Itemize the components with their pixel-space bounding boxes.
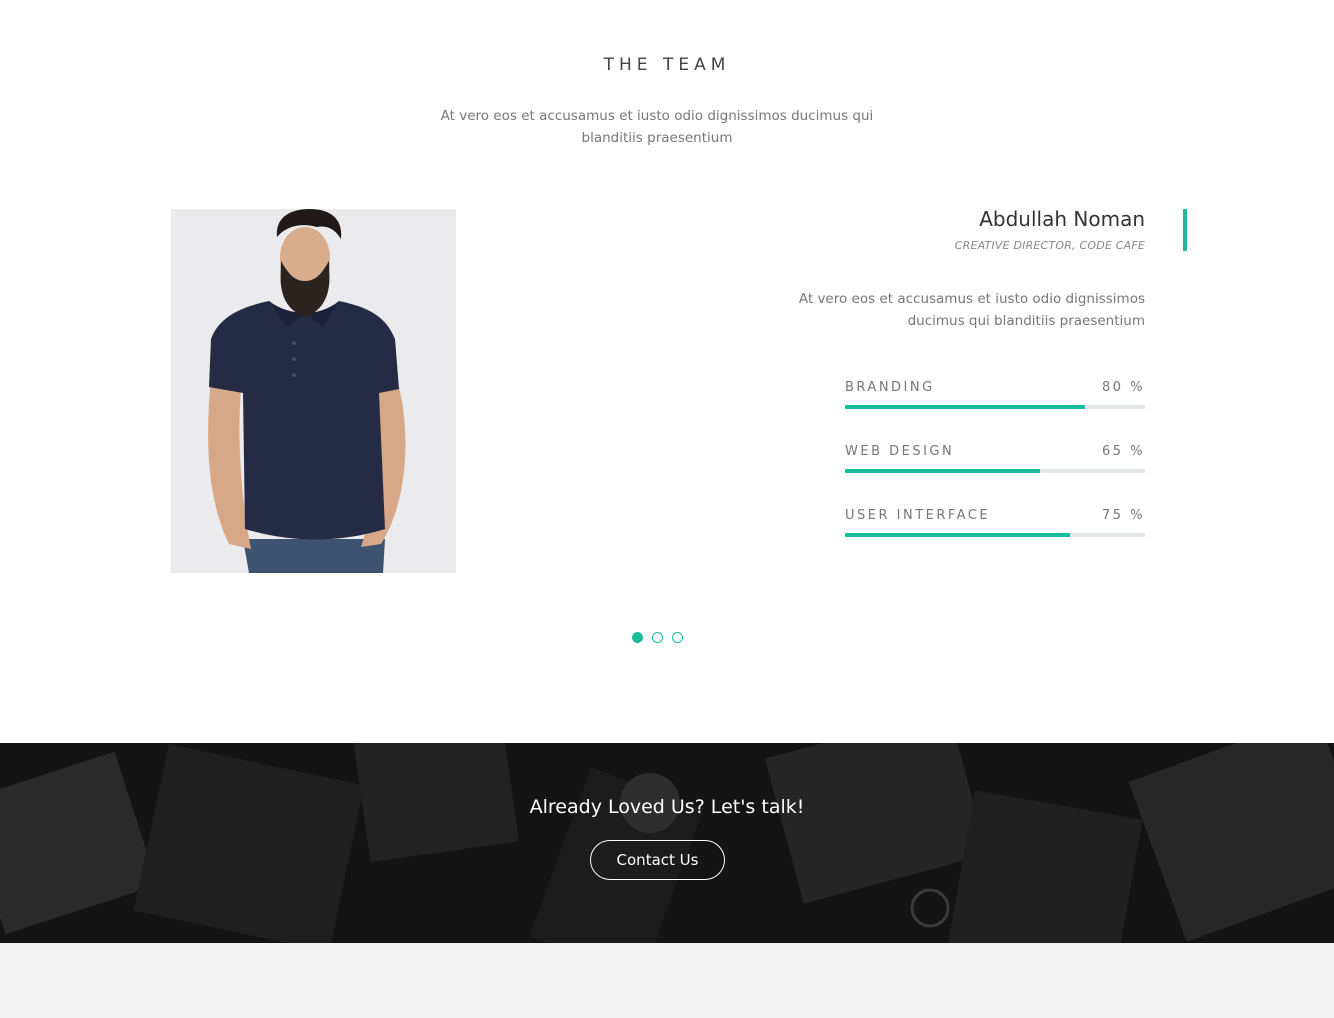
member-role: CREATIVE DIRECTOR, CODE CAFE <box>954 239 1145 252</box>
skill-progress-track <box>845 405 1145 409</box>
skill-progress-fill <box>845 533 1070 537</box>
skill-label: WEB DESIGN <box>845 444 955 459</box>
team-section: THE TEAM At vero eos et accusamus et ius… <box>0 0 1334 743</box>
skill-label: BRANDING <box>845 380 935 395</box>
skill-label: USER INTERFACE <box>845 508 991 523</box>
member-info: Abdullah Noman CREATIVE DIRECTOR, CODE C… <box>780 205 1145 332</box>
contact-us-button[interactable]: Contact Us <box>590 840 725 880</box>
carousel-dot-1[interactable] <box>632 632 643 643</box>
person-illustration <box>171 209 456 573</box>
carousel-pagination <box>632 632 683 644</box>
skill-progress-fill <box>845 405 1085 409</box>
skill-progress-track <box>845 533 1145 537</box>
section-title: THE TEAM <box>603 55 731 75</box>
footer-strip <box>0 943 1334 1018</box>
accent-bar <box>1183 209 1187 251</box>
cta-section: Already Loved Us? Let's talk! Contact Us <box>0 743 1334 943</box>
skill-user-interface: USER INTERFACE 75 % <box>845 508 1145 572</box>
skill-value: 80 % <box>1101 380 1145 395</box>
skill-branding: BRANDING 80 % <box>845 380 1145 444</box>
skill-web-design: WEB DESIGN 65 % <box>845 444 1145 508</box>
skill-progress-track <box>845 469 1145 473</box>
carousel-dot-2[interactable] <box>652 632 663 643</box>
skill-progress-fill <box>845 469 1040 473</box>
carousel-dot-3[interactable] <box>672 632 683 643</box>
skills-list: BRANDING 80 % WEB DESIGN 65 % USER INTER… <box>845 380 1145 572</box>
team-member-photo <box>171 209 456 573</box>
member-bio: At vero eos et accusamus et iusto odio d… <box>798 291 1145 329</box>
skill-value: 65 % <box>1101 444 1145 459</box>
skill-value: 75 % <box>1101 508 1145 523</box>
member-name: Abdullah Noman <box>979 207 1145 231</box>
cta-title: Already Loved Us? Let's talk! <box>529 796 805 818</box>
section-subtitle: At vero eos et accusamus et iusto odio d… <box>440 108 874 146</box>
